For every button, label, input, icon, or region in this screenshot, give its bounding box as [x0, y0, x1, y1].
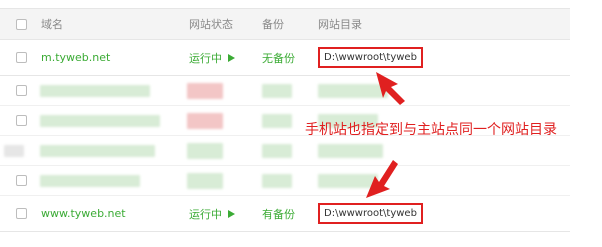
table-row: m.tyweb.net 运行中 无备份 D:\wwwroot\tyweb: [0, 40, 570, 76]
play-icon: [228, 53, 235, 62]
row-checkbox[interactable]: [16, 166, 27, 195]
row-checkbox[interactable]: [16, 76, 27, 105]
table-row: www.tyweb.net 运行中 有备份 D:\wwwroot\tyweb: [0, 196, 570, 232]
status-text: 运行中: [189, 51, 222, 65]
table-row-blurred: [0, 136, 570, 166]
header-domain[interactable]: 域名: [41, 9, 63, 39]
dir-highlight: D:\wwwroot\tyweb: [318, 203, 423, 224]
backup-link[interactable]: 无备份: [262, 40, 295, 75]
table-row-blurred: [0, 166, 570, 196]
site-dir[interactable]: D:\wwwroot\tyweb: [318, 40, 423, 75]
header-backup[interactable]: 备份: [262, 9, 284, 39]
select-all-checkbox[interactable]: [16, 9, 27, 39]
row-checkbox[interactable]: [16, 196, 27, 231]
status-text: 运行中: [189, 207, 222, 221]
annotation-text: 手机站也指定到与主站点同一个网站目录: [305, 122, 557, 138]
dir-highlight: D:\wwwroot\tyweb: [318, 47, 423, 68]
site-domain-link[interactable]: m.tyweb.net: [41, 40, 110, 75]
backup-link[interactable]: 有备份: [262, 196, 295, 231]
site-dir[interactable]: D:\wwwroot\tyweb: [318, 196, 423, 231]
row-checkbox[interactable]: [16, 40, 27, 75]
row-checkbox[interactable]: [16, 106, 27, 135]
site-domain-link[interactable]: www.tyweb.net: [41, 196, 126, 231]
table-row-blurred: [0, 76, 570, 106]
site-status[interactable]: 运行中: [189, 196, 235, 231]
header-status[interactable]: 网站状态: [189, 9, 233, 39]
site-status[interactable]: 运行中: [189, 40, 235, 75]
play-icon: [228, 209, 235, 218]
table-header: 域名 网站状态 备份 网站目录: [0, 8, 570, 40]
header-dir[interactable]: 网站目录: [318, 9, 362, 39]
